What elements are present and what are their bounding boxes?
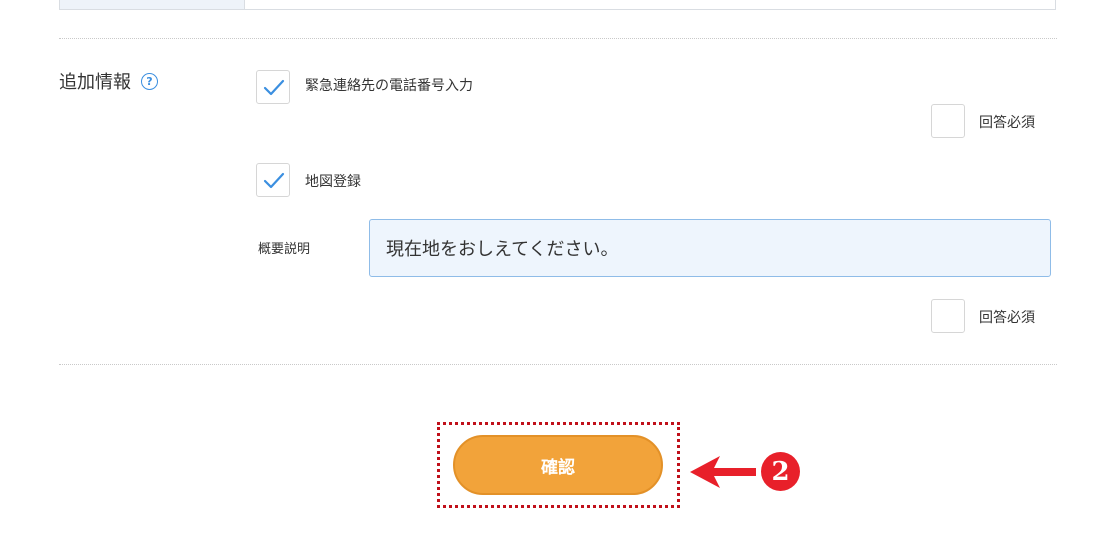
section-title: 追加情報 xyxy=(59,72,131,93)
description-label: 概要説明 xyxy=(258,242,311,257)
section-divider-top xyxy=(59,38,1057,39)
emergency-contact-required-label: 回答必須 xyxy=(979,115,1035,131)
arrow-left-icon xyxy=(690,456,756,488)
confirm-button-label: 確認 xyxy=(541,457,575,478)
description-value: 現在地をおしえてください。 xyxy=(386,239,619,260)
description-input[interactable]: 現在地をおしえてください。 xyxy=(369,219,1051,277)
emergency-contact-required-checkbox[interactable] xyxy=(931,104,965,138)
step-number-badge: 2 xyxy=(761,452,800,491)
page: 追加情報 ? 緊急連絡先の電話番号入力 回答必須 地図登録 概要説明 現在地をお… xyxy=(0,0,1118,541)
question-circle-icon[interactable]: ? xyxy=(141,72,158,90)
map-registration-label: 地図登録 xyxy=(305,174,361,190)
emergency-contact-checkbox[interactable] xyxy=(256,70,290,104)
checkmark-icon xyxy=(263,172,285,189)
checkmark-icon xyxy=(263,79,285,96)
previous-form-row xyxy=(59,0,1056,10)
previous-row-label-cell xyxy=(60,0,245,9)
emergency-contact-label: 緊急連絡先の電話番号入力 xyxy=(305,78,473,94)
map-registration-required-checkbox[interactable] xyxy=(931,299,965,333)
section-label: 追加情報 ? xyxy=(59,68,158,94)
confirm-button[interactable]: 確認 xyxy=(453,435,663,495)
map-registration-required-label: 回答必須 xyxy=(979,310,1035,326)
map-registration-checkbox[interactable] xyxy=(256,163,290,197)
section-divider-bottom xyxy=(59,364,1057,365)
